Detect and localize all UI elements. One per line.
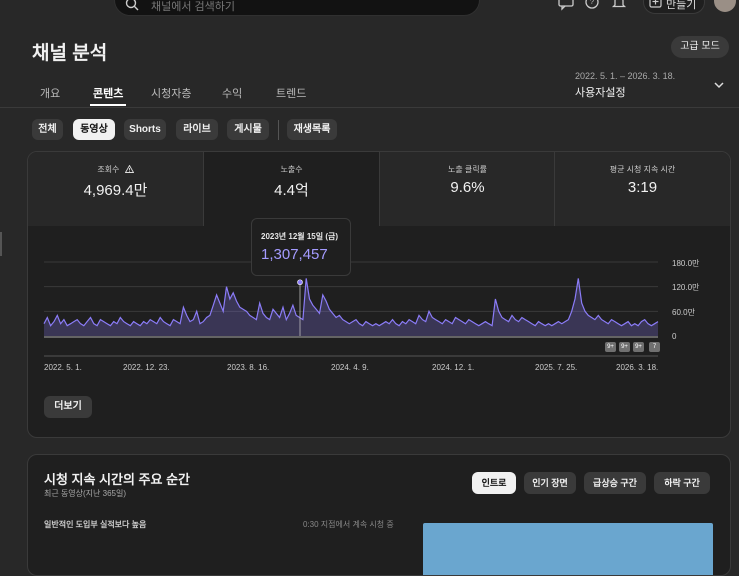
- chip-separator: [278, 120, 279, 140]
- date-range: 2022. 5. 1. – 2026. 3. 18.: [575, 71, 676, 81]
- chip-shorts[interactable]: Shorts: [124, 119, 166, 140]
- chip-dips[interactable]: 하락 구간: [654, 472, 710, 494]
- chip-live[interactable]: 라이브: [176, 119, 218, 140]
- upload-marker-badge[interactable]: 9+: [633, 342, 644, 352]
- notification-bell-icon[interactable]: [611, 0, 627, 11]
- x-tick-label: 2025. 7. 25.: [535, 363, 578, 372]
- metric-views[interactable]: 조회수 4,969.4만: [28, 152, 203, 226]
- create-label: 만들기: [666, 0, 697, 11]
- chart-tooltip: 2023년 12월 15일 (금) 1,307,457: [251, 218, 351, 276]
- chevron-down-icon[interactable]: [713, 80, 725, 90]
- hover-point[interactable]: [297, 279, 303, 286]
- tab-trends[interactable]: 트렌드: [276, 85, 306, 101]
- svg-text:?: ?: [590, 0, 594, 6]
- date-setting[interactable]: 사용자설정: [575, 84, 626, 100]
- metric-impressions-label: 노출수: [280, 165, 303, 174]
- views-chart[interactable]: [28, 232, 730, 382]
- warning-icon[interactable]: [124, 164, 134, 173]
- metric-views-value: 4,969.4만: [83, 182, 148, 199]
- tab-audience[interactable]: 시청자층: [151, 85, 191, 101]
- y-tick-label: 60.0만: [672, 308, 695, 317]
- metric-avg-view-duration-label: 평균 시청 지속 시간: [609, 165, 676, 174]
- metric-impressions[interactable]: 노출수 4.4억: [204, 152, 379, 226]
- y-tick-label: 120.0만: [672, 283, 700, 292]
- chip-posts[interactable]: 게시물: [227, 119, 269, 140]
- chip-spikes[interactable]: 급상승 구간: [584, 472, 646, 494]
- y-tick-label: 180.0만: [672, 259, 700, 268]
- views-line: [43, 278, 659, 327]
- show-more-button[interactable]: 더보기: [44, 396, 92, 418]
- x-tick-label: 2026. 3. 18.: [616, 363, 659, 372]
- metric-impressions-value: 4.4억: [274, 182, 309, 199]
- avatar[interactable]: [714, 0, 736, 12]
- key-moments-subtitle: 최근 동영상(지난 365일): [44, 489, 127, 498]
- key-moments-title: 시청 지속 시간의 주요 순간: [44, 472, 191, 487]
- metric-avg-view-duration[interactable]: 평균 시청 지속 시간 3:19: [555, 152, 730, 226]
- search-box[interactable]: 채널에서 검색하기: [114, 0, 480, 16]
- help-icon[interactable]: ?: [584, 0, 600, 11]
- header-divider: [0, 107, 739, 108]
- metric-ctr[interactable]: 노출 클릭률 9.6%: [380, 152, 555, 226]
- x-tick-label: 2024. 4. 9.: [331, 363, 369, 372]
- top-bar: 채널에서 검색하기 ? 만들기: [0, 0, 739, 18]
- x-tick-label: 2023. 8. 16.: [227, 363, 270, 372]
- tab-revenue[interactable]: 수익: [222, 85, 242, 101]
- chip-top-moments[interactable]: 인기 장면: [524, 472, 576, 494]
- chip-intro[interactable]: 인트로: [472, 472, 516, 494]
- search-input[interactable]: 채널에서 검색하기: [151, 0, 235, 14]
- tab-overview[interactable]: 개요: [40, 85, 60, 101]
- create-button[interactable]: 만들기: [643, 0, 705, 14]
- upload-marker-badge[interactable]: 9+: [605, 342, 616, 352]
- x-tick-label: 2022. 12. 23.: [123, 363, 170, 372]
- tab-content[interactable]: 콘텐츠: [93, 85, 123, 101]
- y-tick-label: 0: [672, 332, 677, 341]
- chip-playlists[interactable]: 재생목록: [287, 119, 337, 140]
- tooltip-value: 1,307,457: [261, 246, 328, 263]
- metric-avg-view-duration-value: 3:19: [627, 179, 658, 196]
- advanced-mode-button[interactable]: 고급 모드: [671, 36, 729, 58]
- search-icon: [125, 0, 139, 11]
- message-icon[interactable]: [557, 0, 575, 11]
- scroll-edge-handle[interactable]: [0, 232, 2, 256]
- key-moments-card: 시청 지속 시간의 주요 순간 최근 동영상(지난 365일) 인트로 인기 장…: [27, 454, 731, 576]
- analytics-card: 조회수 4,969.4만 노출수 4.4억 노출 클릭률 9.6% 평균 시청 …: [27, 151, 731, 438]
- chip-videos[interactable]: 동영상: [73, 119, 115, 140]
- tooltip-date: 2023년 12월 15일 (금): [261, 232, 339, 241]
- metric-ctr-value: 9.6%: [450, 179, 485, 196]
- create-video-icon: [649, 0, 662, 8]
- intro-retention-text: 0:30 지점에서 계속 시청 중: [303, 520, 394, 529]
- retention-chart-thumbnail[interactable]: [423, 523, 713, 575]
- metric-views-label: 조회수: [97, 165, 120, 174]
- metric-ctr-label: 노출 클릭률: [447, 165, 488, 174]
- active-tab-indicator: [90, 104, 126, 106]
- x-tick-label: 2024. 12. 1.: [432, 363, 475, 372]
- upload-marker-badge[interactable]: 9+: [619, 342, 630, 352]
- x-tick-label: 2022. 5. 1.: [44, 363, 82, 372]
- page-title: 채널 분석: [32, 43, 108, 64]
- chip-all[interactable]: 전체: [32, 119, 63, 140]
- intro-performance-text: 일반적인 도입부 실적보다 높음: [44, 520, 147, 529]
- upload-marker-badge[interactable]: 7: [649, 342, 660, 352]
